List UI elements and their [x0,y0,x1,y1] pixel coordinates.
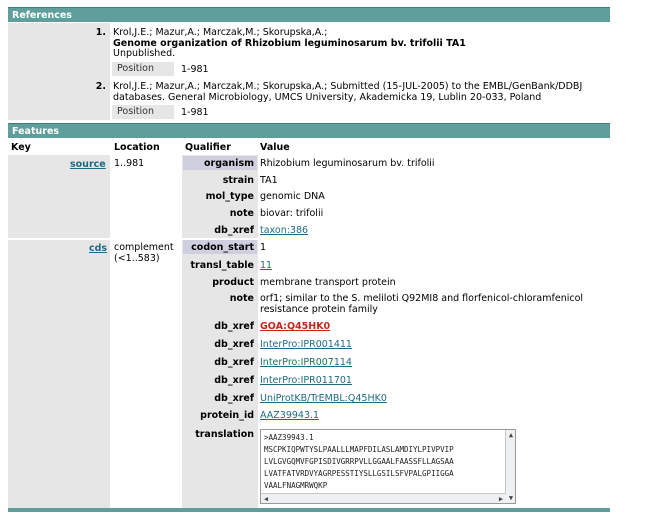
qualifier-transl-table: transl_table [190,260,254,271]
translation-line: LVATFATVRDVYAGRPESSTIYSLLGSILSFVPALGPIIG… [264,469,454,478]
ref-1-journal: Unpublished. [113,48,176,59]
interpro-ipr001411-link[interactable]: InterPro:IPR001411 [260,339,352,350]
source-key-link[interactable]: source [70,159,106,170]
translation-line: VAALFNAGMRWQKP [264,481,328,490]
ref-2-line2: databases. General Microbiology, UMCS Un… [113,92,542,103]
value-organism: Rhizobium leguminosarum bv. trifolii [260,158,435,169]
vertical-scrollbar[interactable]: ▲ ▼ [505,430,515,503]
qualifier-db-xref-ipr3: db_xref [214,375,254,386]
qualifier-db-xref-uniprot: db_xref [214,393,254,404]
scroll-down-arrow-icon[interactable]: ▼ [506,493,515,503]
transl-table-link[interactable]: 11 [260,260,272,271]
translation-line: >AAZ39943.1 [264,433,314,442]
taxon-link[interactable]: taxon:386 [260,225,308,236]
uniprot-link[interactable]: UniProtKB/TrEMBL:Q45HK0 [260,393,387,404]
interpro-ipr011701-link[interactable]: InterPro:IPR011701 [260,375,352,386]
scroll-left-arrow-icon[interactable]: ◀ [261,494,271,503]
goa-link[interactable]: GOA:Q45HK0 [260,321,330,332]
cds-key-cell [8,240,110,508]
qualifier-db-xref-ipr2: db_xref [214,357,254,368]
value-cds-note-line2: resistance protein family [260,304,378,315]
ref-1-position-value: 1-981 [181,64,209,75]
ref-2-position-value: 1-981 [181,107,209,118]
value-note: biovar: trifolii [260,208,324,219]
references-header: References [8,7,610,22]
value-strain: TA1 [260,175,278,186]
translation-line: MSCPKIQPWTYSLPAALLLMAPFDILASLAMDIYLPIVPV… [264,445,454,454]
col-key: Key [11,142,31,153]
qualifier-db-xref-goa: db_xref [214,321,254,332]
page-margin [610,0,672,512]
ref-1-authors: Krol,J.E.; Mazur,A.; Marczak,M.; Skorups… [113,27,328,38]
qualifier-note: note [229,208,254,219]
ref-1-position-label: Position [112,62,174,76]
protein-id-link[interactable]: AAZ39943.1 [260,410,319,421]
qualifier-organism: organism [204,158,254,169]
horizontal-scrollbar[interactable]: ◀ ▶ [261,493,506,503]
qualifier-strain: strain [222,175,254,186]
col-qualifier: Qualifier [185,142,231,153]
value-product: membrane transport protein [260,277,396,288]
qualifier-mol-type: mol_type [205,191,254,202]
cds-location-line1: complement [114,242,174,253]
qualifier-db-xref-ipr1: db_xref [214,339,254,350]
qualifier-db-xref: db_xref [214,225,254,236]
qualifier-translation: translation [195,429,254,440]
value-mol-type: genomic DNA [260,191,325,202]
scroll-right-arrow-icon[interactable]: ▶ [496,494,506,503]
ref-1-number: 1. [95,27,106,38]
cds-key-link[interactable]: cds [89,243,107,254]
interpro-ipr007114-link[interactable]: InterPro:IPR007114 [260,357,352,368]
qualifier-protein-id: protein_id [200,410,254,421]
ref-2-position-label: Position [112,105,174,119]
features-header: Features [8,123,610,138]
ref-2-line1: Krol,J.E.; Mazur,A.; Marczak,M.; Skorups… [113,81,583,92]
qualifier-cds-note: note [229,293,254,304]
ref-2-number: 2. [95,81,106,92]
value-codon-start: 1 [260,242,267,253]
scroll-up-arrow-icon[interactable]: ▲ [506,430,515,440]
features-bottom-bar [8,508,610,512]
qualifier-product: product [212,277,254,288]
cds-location-line2: (<1..583) [114,253,160,264]
col-location: Location [114,142,160,153]
qualifier-codon-start: codon_start [191,242,254,253]
value-cds-note-line1: orf1; similar to the S. meliloti Q92MI8 … [260,293,584,304]
col-value: Value [260,142,290,153]
translation-textarea[interactable]: >AAZ39943.1 MSCPKIQPWTYSLPAALLLMAPFDILAS… [260,429,516,504]
source-location: 1..981 [114,158,145,169]
translation-line: LVLGVGQMVFGPISDIVGRRPVLLGGAALFAASSFLLAGS… [264,457,454,466]
